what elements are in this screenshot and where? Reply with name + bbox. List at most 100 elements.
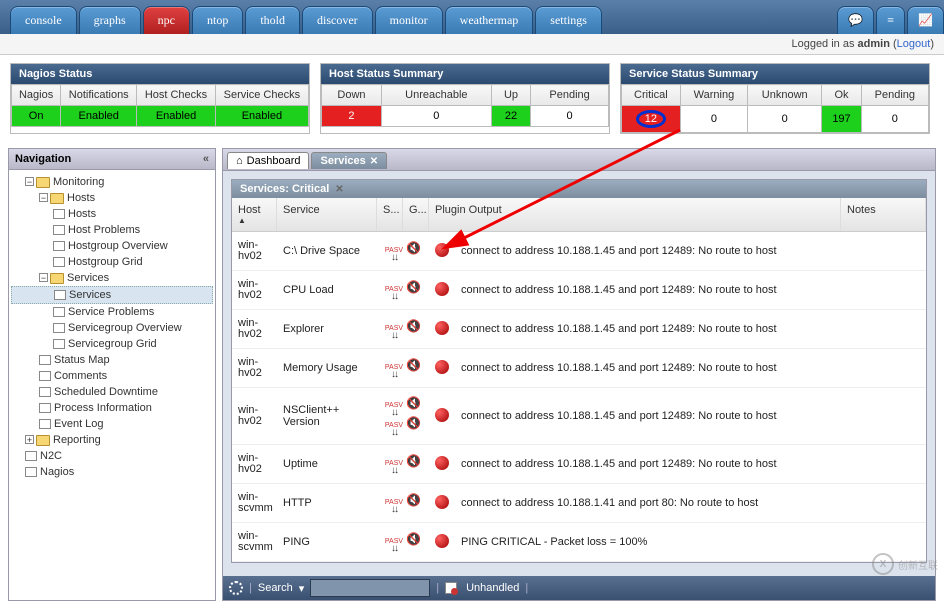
grid-header: Host▲ Service S... G... Plugin Output No… [232, 198, 926, 232]
tree-label: Scheduled Downtime [54, 386, 158, 398]
col-notes[interactable]: Notes [841, 198, 926, 231]
search-dropdown-icon[interactable]: ▾ [299, 582, 305, 595]
tree-label: Services [67, 272, 109, 284]
tree-item[interactable]: −Hosts [11, 190, 213, 206]
host-val[interactable]: 0 [531, 106, 609, 127]
tree-item[interactable]: −Monitoring [11, 174, 213, 190]
tree-label: Services [69, 289, 111, 301]
content-panel: ⌂DashboardServices✕ Services: Critical ✕… [222, 148, 936, 601]
table-row[interactable]: win-scvmmHTTPPASV↓↓ 🔇connect to address … [232, 484, 926, 523]
host-val[interactable]: 2 [322, 106, 382, 127]
page-icon [53, 225, 65, 235]
tree-item[interactable]: − Services [11, 270, 213, 286]
cell-service: PING [277, 528, 377, 556]
tree-item[interactable]: Scheduled Downtime [11, 384, 213, 400]
content-tab[interactable]: ⌂Dashboard [227, 152, 309, 169]
table-row[interactable]: win-hv02NSClient++ VersionPASV↓↓ 🔇PASV↓↓… [232, 388, 926, 445]
col-host[interactable]: Host▲ [232, 198, 277, 231]
tree-toggle-icon[interactable]: − [39, 273, 48, 282]
tab-npc[interactable]: npc [143, 6, 190, 34]
unhandled-icon[interactable] [445, 582, 457, 594]
speaker-icon[interactable]: 🔇 [406, 280, 421, 294]
critical-dot-icon [435, 243, 449, 257]
tab-icon-chart[interactable]: 📈 [907, 6, 944, 34]
tree-item[interactable]: Host Problems [11, 222, 213, 238]
table-row[interactable]: win-hv02CPU LoadPASV↓↓ 🔇connect to addre… [232, 271, 926, 310]
table-row[interactable]: win-hv02ExplorerPASV↓↓ 🔇connect to addre… [232, 310, 926, 349]
tree-label: Event Log [54, 418, 104, 430]
tab-discover[interactable]: discover [302, 6, 373, 34]
tab-console[interactable]: console [10, 6, 77, 34]
close-icon[interactable]: ✕ [335, 184, 343, 195]
tree-item[interactable]: Process Information [11, 400, 213, 416]
search-input[interactable] [310, 579, 430, 597]
speaker-icon[interactable]: 🔇 [406, 241, 421, 255]
svc-val[interactable]: 197 [822, 106, 861, 133]
svc-val[interactable]: 0 [861, 106, 928, 133]
unhandled-label[interactable]: Unhandled [466, 582, 519, 594]
tab-icon-chat[interactable]: 💬 [837, 6, 874, 34]
host-val[interactable]: 22 [491, 106, 530, 127]
col-g[interactable]: G... [403, 198, 429, 231]
cell-state [429, 274, 455, 307]
tree-item[interactable]: Servicegroup Overview [11, 320, 213, 336]
col-service[interactable]: Service [277, 198, 377, 231]
tree-item[interactable]: Status Map [11, 352, 213, 368]
tree-item[interactable]: N2C [11, 448, 213, 464]
cell-service: C:\ Drive Space [277, 237, 377, 265]
tab-settings[interactable]: settings [535, 6, 602, 34]
tree-toggle-icon[interactable]: + [25, 435, 34, 444]
tree-item[interactable]: Service Problems [11, 304, 213, 320]
col-s[interactable]: S... [377, 198, 403, 231]
svc-val[interactable]: 12 [622, 106, 681, 133]
tree-item[interactable]: Services [11, 286, 213, 304]
critical-dot-icon [435, 408, 449, 422]
folder-icon [36, 435, 50, 446]
table-row[interactable]: win-hv02C:\ Drive SpacePASV↓↓ 🔇connect t… [232, 232, 926, 271]
content-tab[interactable]: Services✕ [311, 152, 387, 169]
logout-link[interactable]: Logout [897, 38, 931, 50]
speaker-icon[interactable]: 🔇 [406, 454, 421, 468]
tree-item[interactable]: Comments [11, 368, 213, 384]
table-row[interactable]: win-hv02UptimePASV↓↓ 🔇connect to address… [232, 445, 926, 484]
speaker-icon[interactable]: 🔇 [406, 416, 421, 430]
tab-icon-menu[interactable]: ≡ [876, 6, 905, 34]
host-val[interactable]: 0 [381, 106, 491, 127]
close-icon[interactable]: ✕ [370, 156, 378, 167]
svc-val[interactable]: 0 [748, 106, 822, 133]
tree-item[interactable]: Hostgroup Grid [11, 254, 213, 270]
sort-asc-icon: ▲ [238, 216, 270, 225]
speaker-icon[interactable]: 🔇 [406, 358, 421, 372]
speaker-icon[interactable]: 🔇 [406, 396, 421, 410]
tree-label: Host Problems [68, 224, 140, 236]
tab-graphs[interactable]: graphs [79, 6, 141, 34]
tab-monitor[interactable]: monitor [375, 6, 443, 34]
collapse-icon[interactable]: « [203, 153, 209, 165]
tree-item[interactable]: +Reporting [11, 432, 213, 448]
tree-item[interactable]: Event Log [11, 416, 213, 432]
speaker-icon[interactable]: 🔇 [406, 532, 421, 546]
table-row[interactable]: win-scvmmPINGPASV↓↓ 🔇PING CRITICAL - Pac… [232, 523, 926, 562]
tab-thold[interactable]: thold [245, 6, 300, 34]
col-plugin-output[interactable]: Plugin Output [429, 198, 841, 231]
cell-service: HTTP [277, 489, 377, 517]
tree-toggle-icon[interactable]: − [25, 177, 34, 186]
nagios-status-table: NagiosNotificationsHost ChecksService Ch… [11, 84, 309, 127]
tree-toggle-icon[interactable]: − [39, 193, 48, 202]
tree-item[interactable]: Hosts [11, 206, 213, 222]
gear-icon[interactable] [229, 581, 243, 595]
speaker-icon[interactable]: 🔇 [406, 493, 421, 507]
cell-host: win-hv02 [232, 349, 277, 387]
cell-state [429, 526, 455, 559]
cell-notes [841, 456, 926, 472]
tree-label: Comments [54, 370, 107, 382]
tree-item[interactable]: Nagios [11, 464, 213, 480]
table-row[interactable]: win-hv02Memory UsagePASV↓↓ 🔇connect to a… [232, 349, 926, 388]
tab-ntop[interactable]: ntop [192, 6, 243, 34]
tab-weathermap[interactable]: weathermap [445, 6, 534, 34]
speaker-icon[interactable]: 🔇 [406, 319, 421, 333]
svc-val[interactable]: 0 [680, 106, 747, 133]
tree-item[interactable]: Servicegroup Grid [11, 336, 213, 352]
tree-item[interactable]: Hostgroup Overview [11, 238, 213, 254]
cell-host: win-hv02 [232, 271, 277, 309]
